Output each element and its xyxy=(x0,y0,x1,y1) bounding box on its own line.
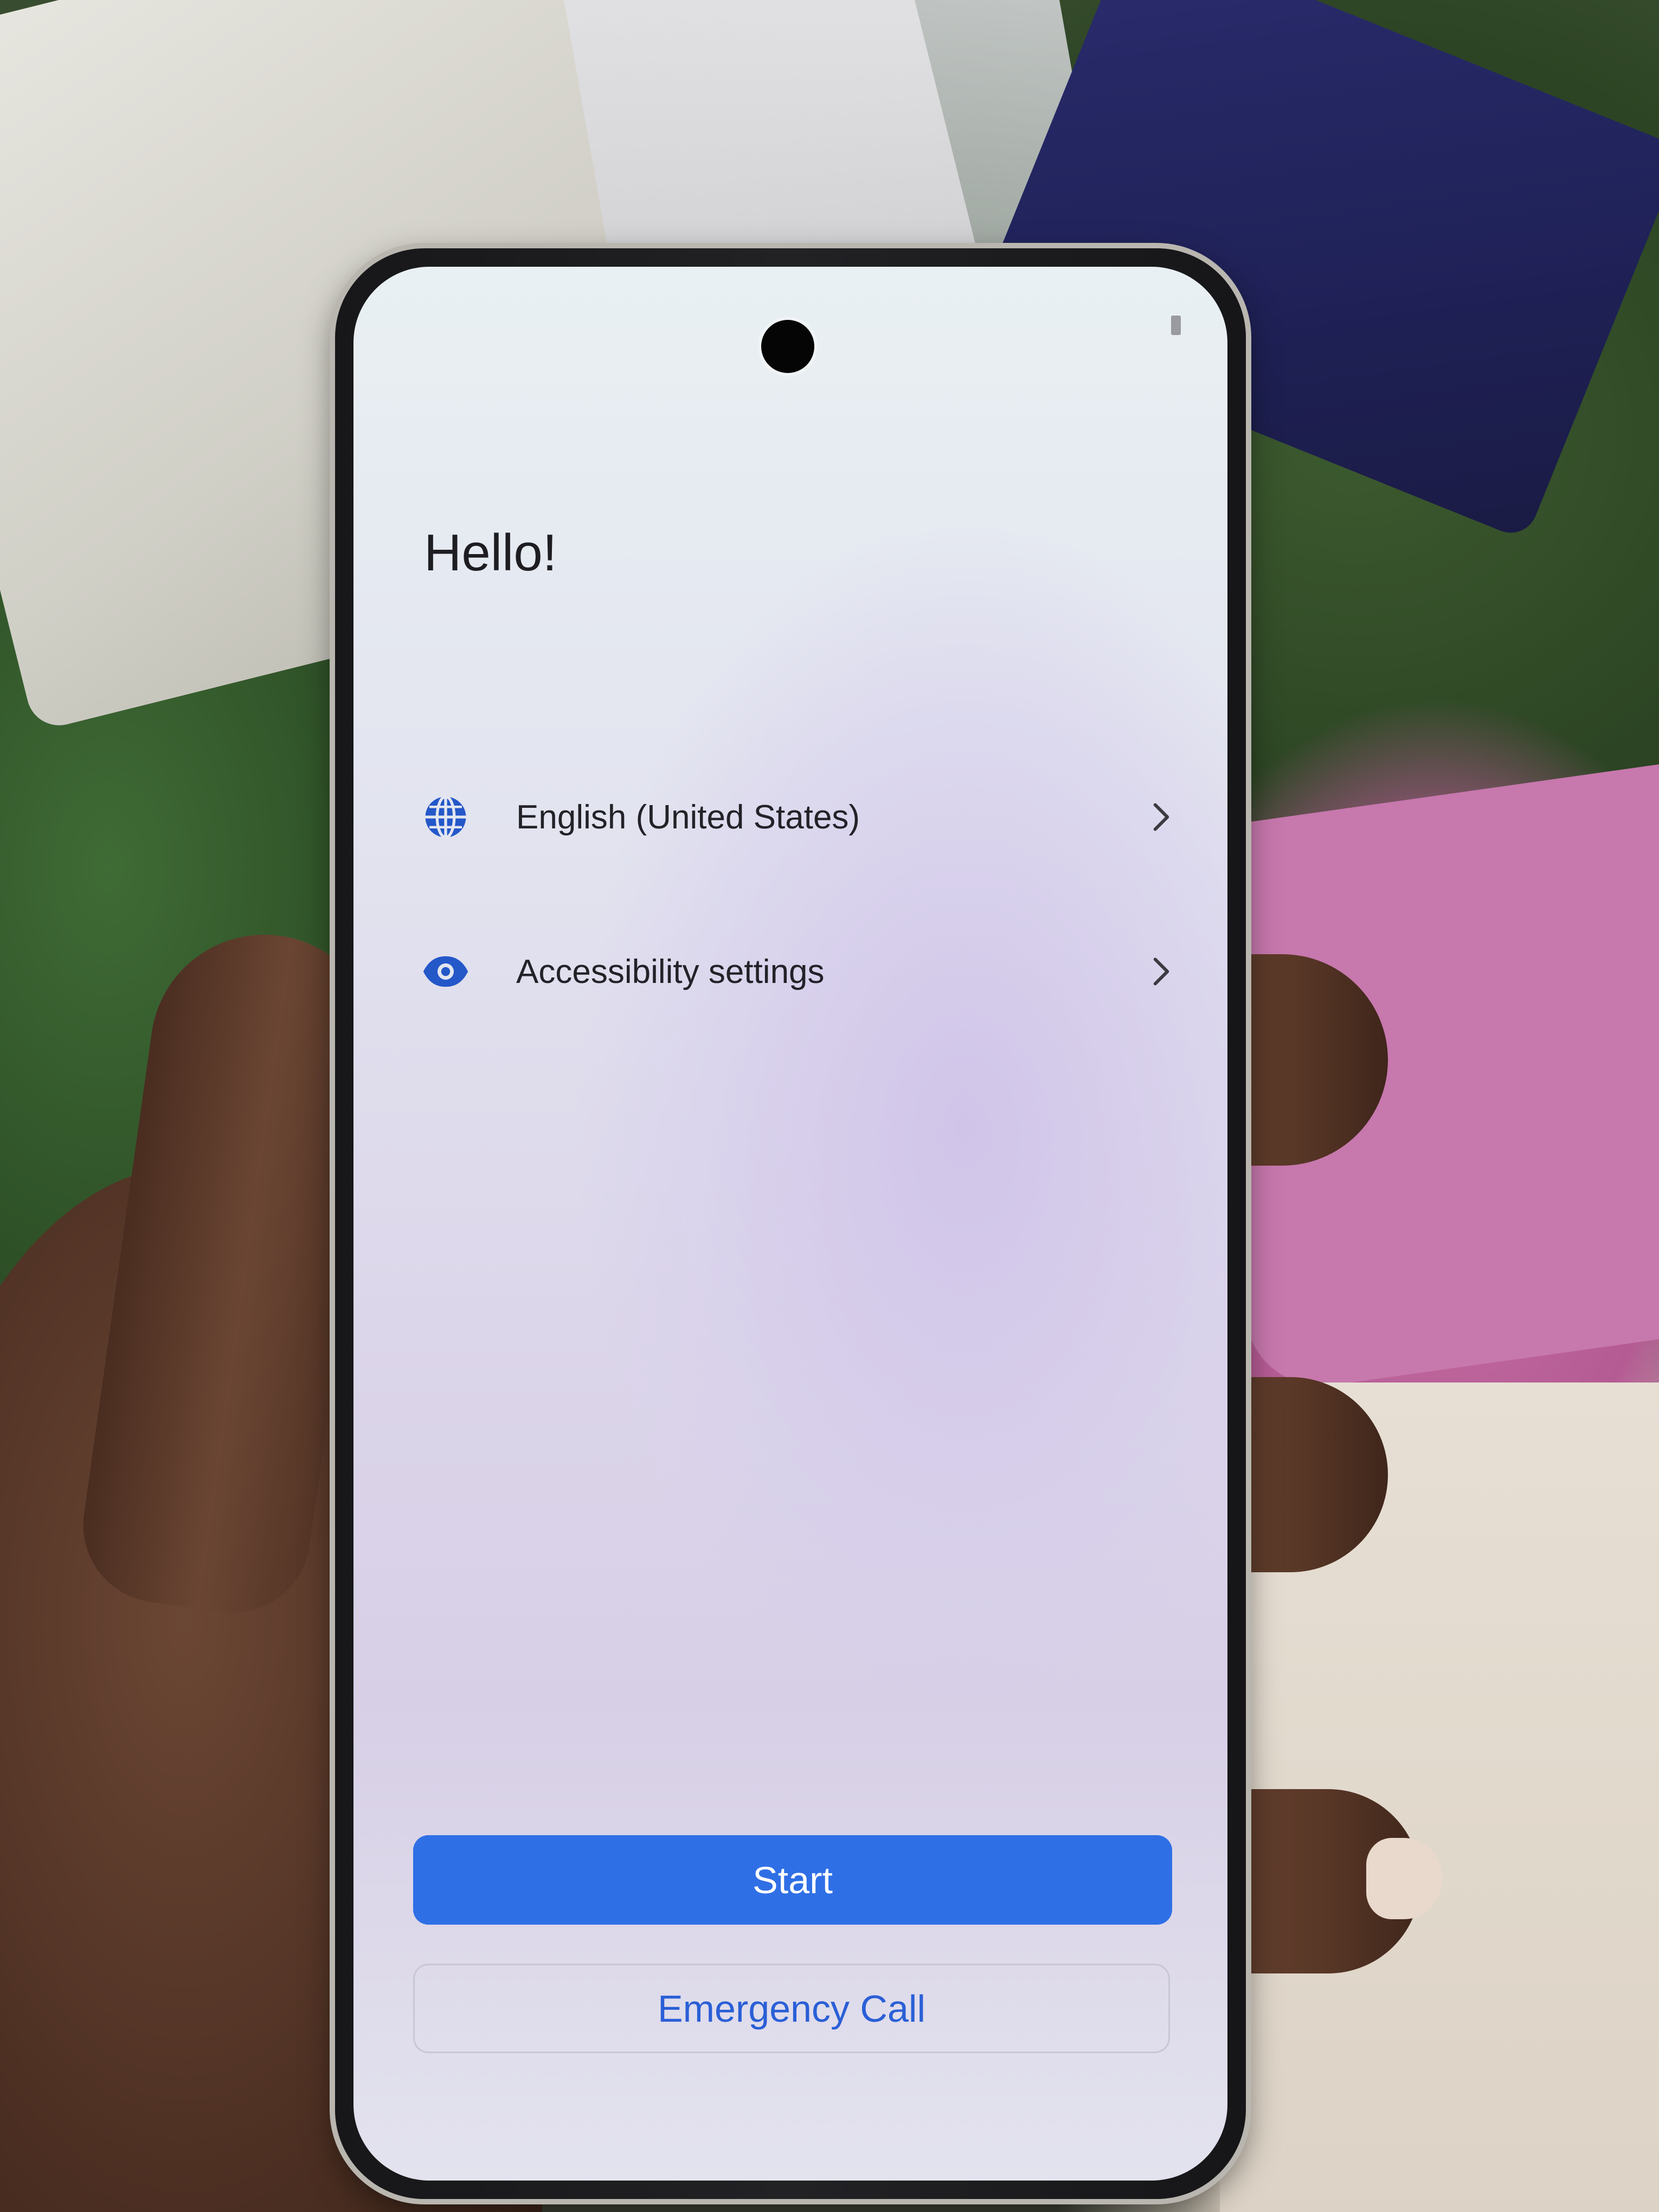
language-label: English (United States) xyxy=(516,798,860,836)
accessibility-option[interactable]: Accessibility settings xyxy=(397,917,1210,1026)
globe-icon xyxy=(419,790,473,844)
page-title: Hello! xyxy=(424,524,557,582)
chevron-right-icon xyxy=(1145,955,1178,988)
camera-cutout xyxy=(761,320,814,373)
fingernail xyxy=(1366,1838,1442,1919)
phone-device: Hello! English (United States) Accessibi… xyxy=(335,248,1246,2199)
emergency-call-button[interactable]: Emergency Call xyxy=(413,1964,1170,2053)
accessibility-label: Accessibility settings xyxy=(516,953,825,991)
setup-screen: Hello! English (United States) Accessibi… xyxy=(353,267,1227,2181)
language-option[interactable]: English (United States) xyxy=(397,763,1210,871)
chevron-right-icon xyxy=(1145,801,1178,833)
eye-icon xyxy=(419,944,473,999)
start-button[interactable]: Start xyxy=(413,1835,1172,1925)
battery-icon xyxy=(1171,316,1181,335)
